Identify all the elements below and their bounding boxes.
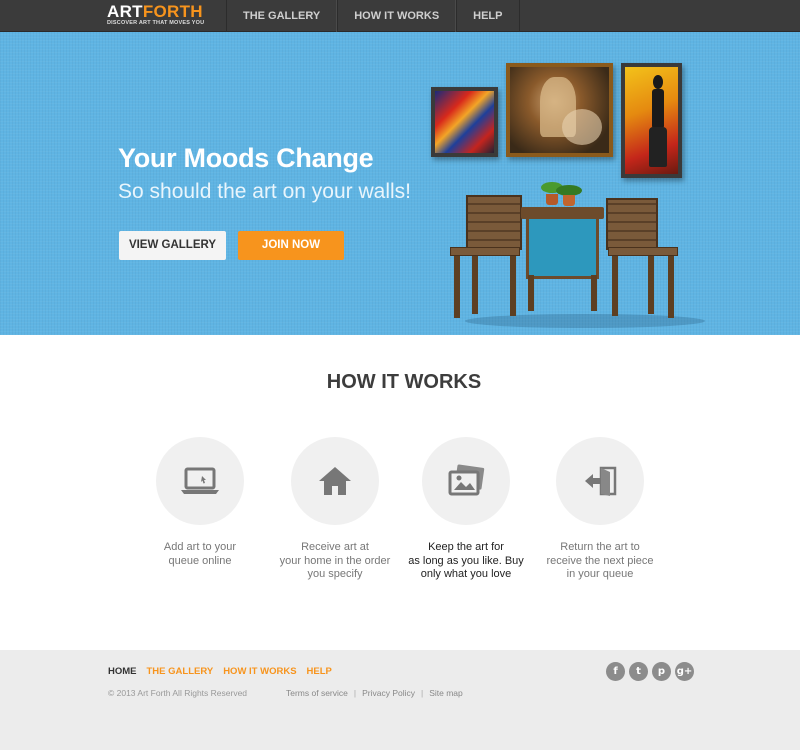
nav-item-the-gallery[interactable]: THE GALLERY <box>226 0 338 32</box>
step-description: Receive art at your home in the order yo… <box>260 541 410 582</box>
step-receive-art: Receive art at your home in the order yo… <box>260 437 410 582</box>
step-text-line: receive the next piece <box>546 554 654 567</box>
step-keep-art: Keep the art for as long as you like. Bu… <box>391 437 541 582</box>
right-chair-seat <box>608 247 678 256</box>
abstract-painting-frame <box>431 87 498 157</box>
logo-forth: FORTH <box>142 2 203 21</box>
hero-title: Your Moods Change <box>118 143 374 173</box>
terms-of-service-link[interactable]: Terms of service <box>286 688 348 698</box>
footer-link-help[interactable]: HELP <box>307 666 332 677</box>
footer-link-home[interactable]: HOME <box>108 666 137 677</box>
nav-item-how-it-works[interactable]: HOW IT WORKS <box>337 0 457 32</box>
left-chair-back <box>466 195 522 250</box>
step-text-line: as long as you like. Buy <box>408 554 524 567</box>
table-top <box>521 207 604 219</box>
step-icon-circle <box>556 437 644 525</box>
step-add-to-queue: Add art to your queue online <box>125 437 275 568</box>
step-text-line: queue online <box>168 554 232 567</box>
nav-item-help[interactable]: HELP <box>456 0 520 32</box>
how-it-works-title: HOW IT WORKS <box>326 371 482 393</box>
google-plus-icon[interactable]: g+ <box>675 662 694 681</box>
african-woman-painting-frame <box>621 63 682 178</box>
facebook-icon[interactable]: f <box>606 662 625 681</box>
main-nav: THE GALLERY HOW IT WORKS HELP <box>226 0 520 32</box>
step-text-line: Keep the art for <box>428 541 504 553</box>
step-text-line: Add art to your <box>163 541 237 553</box>
step-description: Return the art to receive the next piece… <box>525 541 675 582</box>
logo-tagline: DISCOVER ART THAT MOVES YOU <box>107 20 205 26</box>
logo-art: ART <box>107 2 143 21</box>
chair-leg <box>472 256 478 314</box>
step-icon-circle <box>156 437 244 525</box>
plant-pot <box>563 195 575 206</box>
right-chair-back <box>606 198 658 250</box>
pictures-icon <box>448 464 485 496</box>
table-leg <box>528 275 534 311</box>
social-links: f t p g+ <box>606 662 694 681</box>
footer-nav: HOME THE GALLERY HOW IT WORKS HELP <box>108 666 332 677</box>
chair-leg <box>668 256 674 318</box>
classical-painting-frame <box>506 63 613 157</box>
hero-banner: Your Moods Change So should the art on y… <box>0 32 800 335</box>
view-gallery-button[interactable]: VIEW GALLERY <box>119 231 226 260</box>
footer-link-the-gallery[interactable]: THE GALLERY <box>147 666 214 677</box>
privacy-policy-link[interactable]: Privacy Policy <box>362 688 415 698</box>
chair-leg <box>648 256 654 314</box>
blue-table <box>526 219 599 279</box>
chair-leg <box>612 256 618 316</box>
join-now-button[interactable]: JOIN NOW <box>238 231 344 260</box>
step-icon-circle <box>422 437 510 525</box>
step-text-line: your home in the order <box>279 554 391 567</box>
step-text-line: in your queue <box>566 568 634 580</box>
step-description: Add art to your queue online <box>125 541 275 568</box>
hero-subtitle: So should the art on your walls! <box>118 180 411 203</box>
twitter-icon[interactable]: t <box>629 662 648 681</box>
step-icon-circle <box>291 437 379 525</box>
return-door-icon <box>585 466 617 496</box>
step-description: Keep the art for as long as you like. Bu… <box>391 541 541 582</box>
legal-links: Terms of service | Privacy Policy | Site… <box>286 688 463 698</box>
artforth-logo[interactable]: ARTFORTH DISCOVER ART THAT MOVES YOU <box>107 3 212 29</box>
step-text-line: Return the art to <box>560 541 640 553</box>
left-chair-seat <box>450 247 520 256</box>
plant-pot <box>546 194 558 205</box>
chair-leg <box>510 256 516 316</box>
separator: | <box>421 688 424 698</box>
step-text-line: you specify <box>307 568 363 580</box>
laptop-icon <box>181 467 219 494</box>
home-icon <box>319 467 351 495</box>
pinterest-icon[interactable]: p <box>652 662 671 681</box>
step-text-line: Receive art at <box>301 541 369 553</box>
copyright-text: © 2013 Art Forth All Rights Reserved <box>108 688 248 698</box>
step-return-art: Return the art to receive the next piece… <box>525 437 675 582</box>
logo-wordmark: ARTFORTH <box>107 3 212 20</box>
site-map-link[interactable]: Site map <box>429 688 463 698</box>
footer-link-how-it-works[interactable]: HOW IT WORKS <box>223 666 296 677</box>
chair-leg <box>454 256 460 318</box>
table-leg <box>591 275 597 311</box>
footer: HOME THE GALLERY HOW IT WORKS HELP © 201… <box>0 650 800 750</box>
top-navigation-bar: ARTFORTH DISCOVER ART THAT MOVES YOU THE… <box>0 0 800 32</box>
step-text-line: only what you love <box>420 568 512 580</box>
separator: | <box>353 688 357 698</box>
